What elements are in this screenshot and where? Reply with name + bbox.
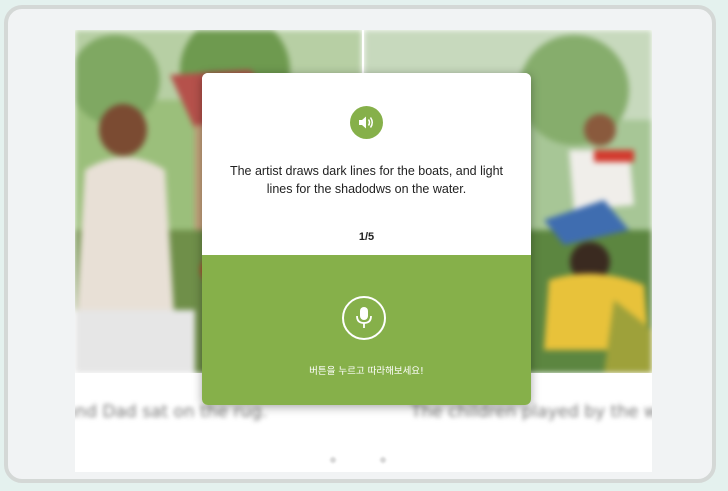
page-indicator-dots: [330, 448, 430, 467]
practice-sentence: The artist draws dark lines for the boat…: [229, 164, 504, 196]
microphone-icon: [356, 307, 372, 328]
page-dot: [330, 457, 336, 463]
speaker-icon: [359, 116, 373, 129]
popup-sentence-panel: The artist draws dark lines for the boat…: [202, 73, 531, 255]
right-page-caption: The children played by the water.: [411, 402, 652, 422]
left-page-caption: and Dad sat on the rug.: [75, 402, 268, 422]
popup-record-panel: 버튼을 누르고 따라해보세요!: [202, 255, 531, 405]
record-button[interactable]: [342, 296, 386, 340]
play-audio-button[interactable]: [350, 106, 383, 139]
read-along-popup: The artist draws dark lines for the boat…: [202, 73, 531, 405]
record-instruction: 버튼을 누르고 따라해보세요!: [309, 366, 424, 377]
sentence-counter: 1/5: [358, 231, 375, 243]
page-dot: [380, 457, 386, 463]
